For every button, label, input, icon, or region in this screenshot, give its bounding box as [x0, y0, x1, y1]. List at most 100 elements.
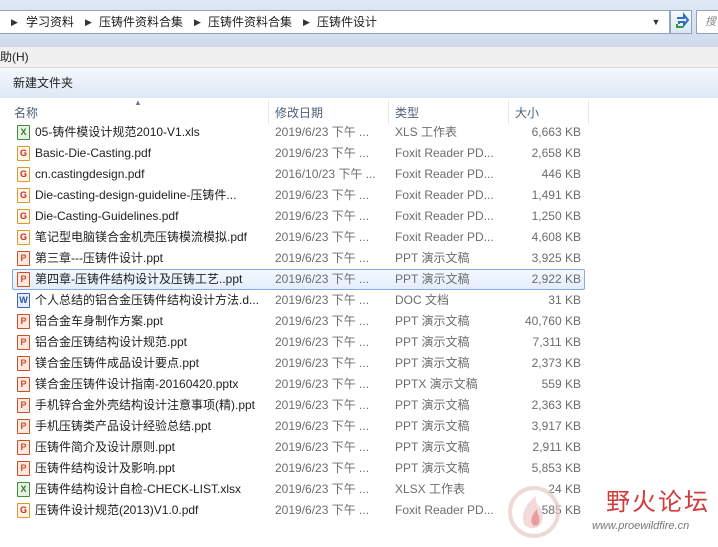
file-row[interactable]: G 压铸件设计规范(2013)V1.0.pdf 2019/6/23 下午 ... Fo… [12, 500, 585, 521]
refresh-button[interactable] [670, 10, 692, 34]
file-date: 2019/6/23 下午 ... [275, 146, 370, 160]
file-name: 笔记型电脑镁合金机壳压铸模流模拟.pdf [35, 230, 248, 244]
file-name: 手机压铸类产品设计经验总结.ppt [35, 419, 212, 433]
file-size: 2,658 KB [531, 146, 581, 160]
pdf-icon: G [17, 230, 30, 245]
file-row[interactable]: P 镁合金压铸件成品设计要点.ppt 2019/6/23 下午 ... PPT 演示文… [12, 353, 585, 374]
file-name: 第三章---压铸件设计.ppt [35, 251, 164, 265]
file-size: 6,663 KB [531, 125, 581, 139]
menu-help[interactable]: 助(H) [0, 47, 29, 67]
file-name: 手机锌合金外壳结构设计注意事项(精).ppt [35, 398, 256, 412]
new-folder-button[interactable]: 新建文件夹 [13, 68, 73, 98]
file-type: PPTX 演示文稿 [395, 377, 478, 391]
file-row[interactable]: P 压铸件结构设计及影响.ppt 2019/6/23 下午 ... PPT 演示文稿 5… [12, 458, 585, 479]
file-row[interactable]: P 第四章-压铸件结构设计及压铸工艺..ppt 2019/6/23 下午 ... PP… [12, 269, 585, 290]
refresh-icon [676, 12, 690, 28]
powerpoint-icon: P [17, 398, 30, 413]
file-name: 压铸件结构设计自检-CHECK-LIST.xlsx [35, 482, 242, 496]
file-type: Foxit Reader PD... [395, 209, 494, 223]
file-name: 镁合金压铸件成品设计要点.ppt [35, 356, 200, 370]
column-divider[interactable] [388, 100, 389, 124]
file-row[interactable]: P 第三章---压铸件设计.ppt 2019/6/23 下午 ... PPT 演示文稿… [12, 248, 585, 269]
file-name: 铝合金车身制作方案.ppt [35, 314, 164, 328]
file-size: 1,250 KB [531, 209, 581, 223]
column-divider[interactable] [268, 100, 269, 124]
file-row[interactable]: G Die-Casting-Guidelines.pdf 2019/6/23 下午 … [12, 206, 585, 227]
breadcrumb-separator-icon[interactable]: ▶ [85, 11, 92, 33]
watermark: 野火论坛 www.proewildfire.cn [506, 480, 718, 547]
file-type: PPT 演示文稿 [395, 461, 470, 475]
file-date: 2019/6/23 下午 ... [275, 188, 370, 202]
column-divider[interactable] [588, 100, 589, 124]
file-row[interactable]: G Basic-Die-Casting.pdf 2019/6/23 下午 ... Fo… [12, 143, 585, 164]
powerpoint-icon: P [17, 440, 30, 455]
breadcrumb-item[interactable]: 学习资料 [26, 11, 74, 33]
powerpoint-icon: P [17, 356, 30, 371]
file-row[interactable]: P 压铸件简介及设计原则.ppt 2019/6/23 下午 ... PPT 演示文稿 2… [12, 437, 585, 458]
file-size: 1,491 KB [531, 188, 581, 202]
excel-icon: X [17, 482, 30, 497]
file-size: 559 KB [541, 377, 581, 391]
file-type: PPT 演示文稿 [395, 335, 470, 349]
file-date: 2019/6/23 下午 ... [275, 314, 370, 328]
breadcrumb-item[interactable]: 压铸件资料合集 [99, 11, 183, 33]
file-name: Die-casting-design-guideline-压铸件... [35, 188, 237, 202]
file-row[interactable]: X 压铸件结构设计自检-CHECK-LIST.xlsx 2019/6/23 下午 .… [12, 479, 585, 500]
forum-logo-icon [508, 486, 560, 538]
file-size: 2,911 KB [532, 440, 581, 454]
file-size: 2,373 KB [531, 356, 581, 370]
file-date: 2019/6/23 下午 ... [275, 209, 370, 223]
file-row[interactable]: P 镁合金压铸件设计指南-20160420.pptx 2019/6/23 下午 ..… [12, 374, 585, 395]
file-type: PPT 演示文稿 [395, 356, 470, 370]
file-date: 2019/6/23 下午 ... [275, 377, 370, 391]
powerpoint-icon: P [17, 335, 30, 350]
pdf-icon: G [17, 503, 30, 518]
powerpoint-icon: P [17, 377, 30, 392]
powerpoint-icon: P [17, 461, 30, 476]
file-type: PPT 演示文稿 [395, 314, 470, 328]
breadcrumb-separator-icon[interactable]: ▶ [303, 11, 310, 33]
file-row[interactable]: P 铝合金压铸结构设计规范.ppt 2019/6/23 下午 ... PPT 演示文稿… [12, 332, 585, 353]
file-row[interactable]: W 个人总结的铝合金压铸件结构设计方法.d... 2019/6/23 下午 ... D… [12, 290, 585, 311]
pdf-icon: G [17, 188, 30, 203]
file-row[interactable]: G Die-casting-design-guideline-压铸件... 2019… [12, 185, 585, 206]
file-row[interactable]: P 手机锌合金外壳结构设计注意事项(精).ppt 2019/6/23 下午 ... P… [12, 395, 585, 416]
breadcrumb-separator-icon[interactable]: ▶ [194, 11, 201, 33]
file-row[interactable]: P 铝合金车身制作方案.ppt 2019/6/23 下午 ... PPT 演示文稿 40… [12, 311, 585, 332]
file-row[interactable]: G 笔记型电脑镁合金机壳压铸模流模拟.pdf 2019/6/23 下午 ... Fox… [12, 227, 585, 248]
powerpoint-icon: P [17, 251, 30, 266]
address-bar[interactable]: ▶ 学习资料 ▶ 压铸件资料合集 ▶ 压铸件资料合集 ▶ 压铸件设计 ▼ [0, 10, 670, 34]
file-row[interactable]: P 手机压铸类产品设计经验总结.ppt 2019/6/23 下午 ... PPT 演示… [12, 416, 585, 437]
word-icon: W [17, 293, 30, 308]
breadcrumb-separator-icon[interactable]: ▶ [11, 11, 18, 33]
file-name: 铝合金压铸结构设计规范.ppt [35, 335, 188, 349]
file-date: 2019/6/23 下午 ... [275, 398, 370, 412]
file-type: PPT 演示文稿 [395, 419, 470, 433]
search-input[interactable]: 搜 [696, 10, 718, 34]
file-row[interactable]: Gcn.castingdesign.pdf 2016/10/23 下午 ... Fo… [12, 164, 585, 185]
watermark-url: www.proewildfire.cn [592, 520, 690, 532]
file-type: XLS 工作表 [395, 125, 458, 139]
file-size: 3,925 KB [531, 251, 581, 265]
breadcrumb-item[interactable]: 压铸件设计 [317, 11, 377, 33]
address-dropdown-icon[interactable]: ▼ [647, 11, 665, 33]
file-type: PPT 演示文稿 [395, 272, 470, 286]
file-name: Basic-Die-Casting.pdf [35, 146, 152, 160]
file-date: 2016/10/23 下午 ... [275, 167, 376, 181]
file-name: 个人总结的铝合金压铸件结构设计方法.d... [35, 293, 260, 307]
file-type: Foxit Reader PD... [395, 146, 494, 160]
file-size: 446 KB [541, 167, 581, 181]
file-date: 2019/6/23 下午 ... [275, 440, 370, 454]
command-toolbar: 新建文件夹 [0, 68, 718, 99]
file-row[interactable]: X 05-铸件模设计规范2010-V1.xls 2019/6/23 下午 ... XL… [12, 122, 585, 143]
file-date: 2019/6/23 下午 ... [275, 503, 370, 517]
breadcrumb-item[interactable]: 压铸件资料合集 [208, 11, 292, 33]
column-divider[interactable] [508, 100, 509, 124]
file-date: 2019/6/23 下午 ... [275, 461, 370, 475]
powerpoint-icon: P [17, 419, 30, 434]
file-size: 5,853 KB [531, 461, 581, 475]
file-size: 3,917 KB [531, 419, 581, 433]
file-size: 31 KB [548, 293, 581, 307]
file-type: Foxit Reader PD... [395, 230, 494, 244]
file-name: 压铸件结构设计及影响.ppt [35, 461, 176, 475]
